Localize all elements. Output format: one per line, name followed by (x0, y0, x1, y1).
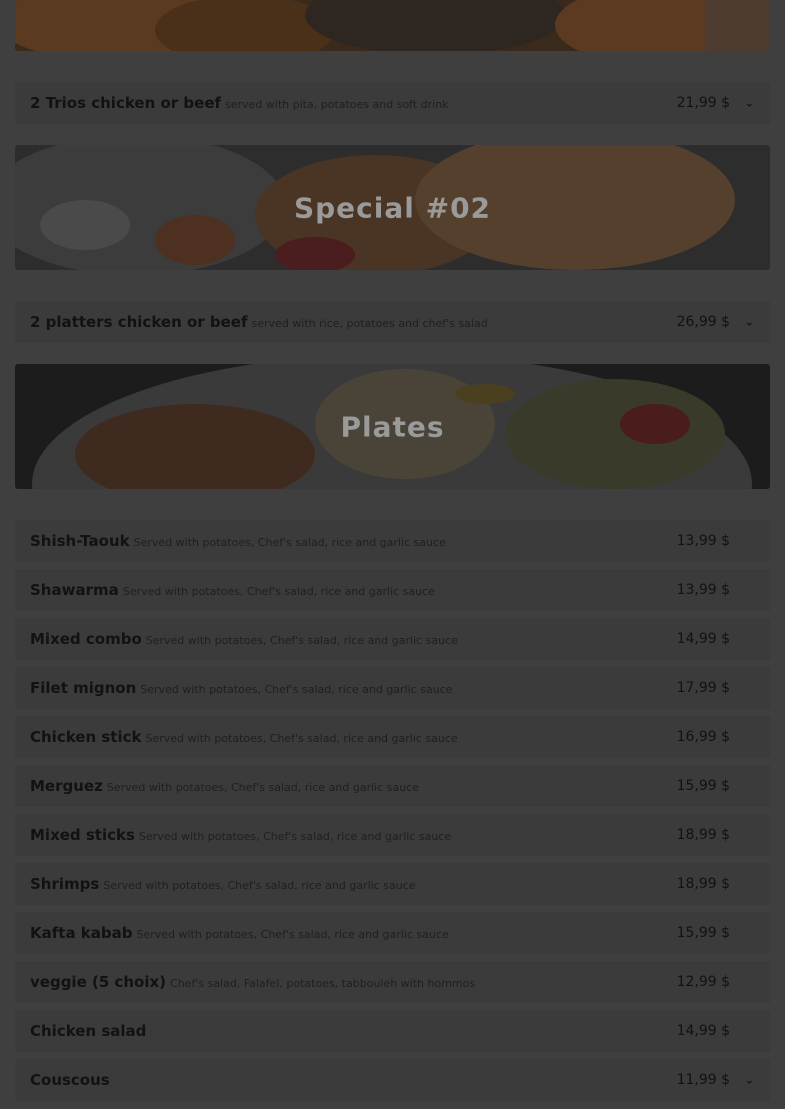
item-price: 13,99 $ (676, 582, 730, 598)
item-price: 13,99 $ (676, 533, 730, 549)
item-name: Shawarma Served with potatoes, Chef's sal… (30, 581, 435, 599)
menu-item-plate[interactable]: Merguez Served with potatoes, Chef's sala… (15, 765, 770, 807)
menu-item-plate[interactable]: Shish-Taouk Served with potatoes, Chef's … (15, 520, 770, 562)
item-description: Served with potatoes, Chef's salad, rice… (122, 585, 435, 598)
item-description: Served with potatoes, Chef's salad, rice… (103, 879, 416, 892)
item-description: Served with potatoes, Chef's salad, rice… (145, 634, 458, 647)
item-name: veggie (5 choix) Chef's salad, Falafel, p… (30, 973, 476, 991)
menu-item-plate[interactable]: Shawarma Served with potatoes, Chef's sal… (15, 569, 770, 611)
menu-item-plate[interactable]: Chicken stick Served with potatoes, Chef'… (15, 716, 770, 758)
banner-food-photo (15, 0, 770, 51)
item-description: served with rice, potatoes and chef's sa… (251, 317, 488, 330)
banner-title: Special #02 (293, 191, 492, 224)
item-name: 2 Trios chicken or beef served with pita,… (30, 94, 449, 112)
item-description: Served with potatoes, Chef's salad, rice… (136, 928, 449, 941)
item-description: Served with potatoes, Chef's salad, rice… (140, 683, 453, 696)
item-price: 14,99 $ (676, 631, 730, 647)
menu-item-plate[interactable]: Shrimps Served with potatoes, Chef's sala… (15, 863, 770, 905)
item-description: Served with potatoes, Chef's salad, rice… (133, 536, 446, 549)
item-price: 12,99 $ (676, 974, 730, 990)
item-price: 16,99 $ (676, 729, 730, 745)
item-name: Chicken salad (30, 1022, 147, 1040)
item-price: 18,99 $ (676, 827, 730, 843)
item-name: Couscous (30, 1071, 110, 1089)
item-name: Chicken stick Served with potatoes, Chef'… (30, 728, 458, 746)
chevron-down-icon[interactable]: ⌄ (745, 97, 754, 110)
banner-title: Plates (340, 410, 445, 443)
item-name: Mixed combo Served with potatoes, Chef's … (30, 630, 458, 648)
item-name: Shish-Taouk Served with potatoes, Chef's … (30, 532, 446, 550)
menu-item-plate[interactable]: Chicken salad 14,99 $ (15, 1010, 770, 1052)
menu-item-plate[interactable]: Mixed sticks Served with potatoes, Chef's… (15, 814, 770, 856)
item-price: 18,99 $ (676, 876, 730, 892)
item-price: 21,99 $ (676, 95, 730, 111)
item-description: Served with potatoes, Chef's salad, rice… (138, 830, 452, 843)
item-name: Filet mignon Served with potatoes, Chef's… (30, 679, 453, 697)
item-price: 15,99 $ (676, 925, 730, 941)
menu-item-plate[interactable]: Couscous 11,99 $ ⌄ (15, 1059, 770, 1101)
item-price: 17,99 $ (676, 680, 730, 696)
banner-special-02: Special #02 (15, 145, 770, 270)
menu-item-special-2[interactable]: 2 platters chicken or beef served with ri… (15, 301, 770, 343)
menu-item-plate[interactable]: Kafta kabab Served with potatoes, Chef's … (15, 912, 770, 954)
item-price: 14,99 $ (676, 1023, 730, 1039)
menu-item-plate[interactable]: Mixed combo Served with potatoes, Chef's … (15, 618, 770, 660)
item-price: 26,99 $ (676, 314, 730, 330)
menu-item-plate[interactable]: Filet mignon Served with potatoes, Chef's… (15, 667, 770, 709)
item-description: Served with potatoes, Chef's salad, rice… (145, 732, 458, 745)
item-description: served with pita, potatoes and soft drin… (225, 98, 449, 111)
item-name: Kafta kabab Served with potatoes, Chef's … (30, 924, 449, 942)
menu-item-plate[interactable]: veggie (5 choix) Chef's salad, Falafel, p… (15, 961, 770, 1003)
item-name: Mixed sticks Served with potatoes, Chef's… (30, 826, 452, 844)
item-description: Served with potatoes, Chef's salad, rice… (106, 781, 420, 794)
item-name: 2 platters chicken or beef served with ri… (30, 313, 488, 331)
chevron-down-icon[interactable]: ⌄ (745, 1074, 754, 1087)
item-name: Shrimps Served with potatoes, Chef's sala… (30, 875, 416, 893)
item-description: Chef's salad, Falafel, potatoes, tabboul… (170, 977, 476, 990)
item-name: Merguez Served with potatoes, Chef's sala… (30, 777, 420, 795)
menu-item-special-1[interactable]: 2 Trios chicken or beef served with pita,… (15, 82, 770, 124)
item-price: 11,99 $ (676, 1072, 730, 1088)
banner-plates: Plates (15, 364, 770, 489)
banner-special-01 (15, 0, 770, 51)
item-price: 15,99 $ (676, 778, 730, 794)
chevron-down-icon[interactable]: ⌄ (745, 316, 754, 329)
